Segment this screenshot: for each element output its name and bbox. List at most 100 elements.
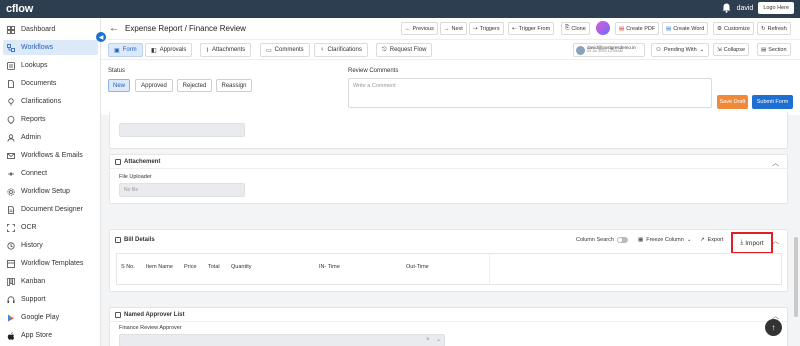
- sidebar-item-history[interactable]: History: [3, 238, 98, 253]
- sidebar-item-label: Clarifications: [21, 98, 62, 105]
- sidebar-item-google-play[interactable]: Google Play: [3, 310, 98, 325]
- vertical-scrollbar[interactable]: [794, 115, 798, 346]
- column-search-toggle[interactable]: Column Search: [576, 237, 628, 243]
- trigger-from-button[interactable]: ⇠ Trigger From: [508, 22, 555, 35]
- sidebar-item-app-store[interactable]: App Store: [3, 328, 98, 343]
- sidebar-item-workflows-emails[interactable]: Workflows & Emails: [3, 148, 98, 163]
- app-logo[interactable]: cflow: [6, 3, 33, 15]
- user-date: 09 Jul 2025 12:09AM: [587, 49, 623, 54]
- sidebar-item-kanban[interactable]: Kanban: [3, 274, 98, 289]
- sidebar-item-label: Connect: [21, 170, 48, 177]
- freeze-column-dropdown[interactable]: ▦ Freeze Column ⌄: [638, 237, 691, 243]
- tab-clarifications[interactable]: ♀ Clarifications: [314, 43, 368, 57]
- sidebar-item-ocr[interactable]: OCR: [3, 220, 98, 235]
- sidebar-item-workflow-setup[interactable]: Workflow Setup: [3, 184, 98, 199]
- clarifications-icon: [7, 97, 15, 106]
- sidebar-item-dashboard[interactable]: Dashboard: [3, 22, 98, 37]
- scrollbar-thumb[interactable]: [794, 237, 798, 317]
- column-header[interactable]: Out-Time: [406, 264, 429, 270]
- clear-icon[interactable]: ×: [426, 337, 430, 343]
- review-comments-input[interactable]: Write a Comment: [348, 78, 712, 108]
- form-section-top: [109, 111, 788, 149]
- customize-button[interactable]: ⚙ Customize: [713, 22, 754, 35]
- sidebar-item-label: Kanban: [21, 278, 46, 285]
- section-header[interactable]: Attachement: [110, 155, 787, 169]
- status-new-button[interactable]: New: [108, 79, 130, 92]
- connect-icon: [7, 170, 15, 178]
- chevron-down-icon: ⌄: [699, 47, 705, 53]
- admin-icon: [7, 133, 15, 142]
- refresh-button[interactable]: ↻ Refresh: [757, 22, 791, 35]
- tab-request-flow[interactable]: ⎋ Request Flow: [376, 43, 433, 57]
- column-header[interactable]: Total: [208, 264, 220, 270]
- chevron-down-icon[interactable]: ⌄: [436, 336, 441, 343]
- sidebar: ◀ Dashboard Workflows Lookups Documents …: [0, 18, 106, 346]
- column-header[interactable]: Quantity: [231, 264, 251, 270]
- sidebar-item-label: History: [21, 242, 43, 249]
- column-header[interactable]: Price: [184, 264, 197, 270]
- status-rejected-button[interactable]: Rejected: [177, 79, 212, 92]
- finance-review-approver-select[interactable]: × ⌄: [119, 334, 445, 346]
- review-comments-label: Review Comments: [348, 68, 399, 74]
- tab-form[interactable]: ▣ Form: [108, 43, 143, 57]
- sidebar-collapse-icon[interactable]: ◀: [96, 32, 106, 42]
- collapse-button[interactable]: ⇲ Collapse: [713, 43, 750, 56]
- tab-approvals[interactable]: ◧ Approvals: [145, 43, 193, 57]
- chevron-up-icon[interactable]: ︿: [772, 158, 779, 168]
- import-button[interactable]: ⤓ Import: [731, 232, 773, 254]
- sidebar-item-documents[interactable]: Documents: [3, 76, 98, 91]
- sidebar-item-label: Lookups: [21, 62, 48, 69]
- sidebar-item-label: Dashboard: [21, 26, 56, 33]
- sidebar-item-support[interactable]: Support: [3, 292, 98, 307]
- status-reassign-button[interactable]: Reassign: [216, 79, 252, 92]
- triggers-button[interactable]: ⇢ Triggers: [469, 22, 504, 35]
- refresh-icon: ↻: [761, 25, 766, 32]
- sidebar-item-label: Support: [21, 296, 46, 303]
- sidebar-item-reports[interactable]: Reports: [3, 112, 98, 127]
- create-pdf-button[interactable]: ▤ Create PDF: [615, 22, 660, 35]
- sidebar-item-label: Workflows & Emails: [21, 152, 83, 159]
- tab-comments[interactable]: ▭ Comments: [260, 43, 310, 57]
- dashboard-icon: [7, 25, 15, 34]
- scroll-to-top-button[interactable]: ↑: [765, 319, 782, 336]
- next-button[interactable]: → Next: [440, 22, 467, 35]
- sidebar-item-connect[interactable]: Connect: [3, 166, 98, 181]
- save-draft-button[interactable]: Save Draft: [717, 95, 748, 109]
- column-header[interactable]: Item Name: [146, 264, 173, 270]
- section-header[interactable]: Named Approver List: [110, 308, 787, 322]
- create-word-button[interactable]: ▤ Create Word: [662, 22, 709, 35]
- sidebar-item-lookups[interactable]: Lookups: [3, 58, 98, 73]
- username[interactable]: david: [737, 5, 754, 12]
- back-arrow-icon[interactable]: ←: [109, 23, 119, 34]
- sidebar-item-admin[interactable]: Admin: [3, 130, 98, 145]
- section-icon: [115, 158, 121, 165]
- clone-button[interactable]: ⎘ Clone: [561, 22, 590, 35]
- export-button[interactable]: ↗ Export: [700, 237, 724, 243]
- sidebar-item-clarifications[interactable]: Clarifications: [3, 94, 98, 109]
- logo-here-button[interactable]: Logo Here: [758, 2, 794, 14]
- submit-form-button[interactable]: Submit Form: [752, 95, 793, 109]
- sidebar-item-label: Workflow Setup: [21, 188, 70, 195]
- assigned-user-chip[interactable]: david@postgresdemo.in 09 Jul 2025 12:09A…: [573, 43, 645, 57]
- sidebar-item-workflow-templates[interactable]: Workflow Templates: [3, 256, 98, 271]
- request-flow-icon: ⎋: [382, 46, 387, 53]
- column-header[interactable]: S No.: [121, 264, 135, 270]
- form-field-input[interactable]: [119, 123, 245, 137]
- pending-with-dropdown[interactable]: ⚇ Pending With ⌄: [651, 43, 710, 57]
- status-approved-button[interactable]: Approved: [135, 79, 173, 92]
- lookups-icon: [7, 61, 15, 70]
- previous-button[interactable]: ← Previous: [401, 22, 438, 35]
- attachement-section: Attachement ︿ File Uploader No file: [109, 154, 788, 204]
- tab-attachments[interactable]: ⌇ Attachments: [200, 43, 252, 57]
- file-uploader-field[interactable]: No file: [119, 183, 245, 197]
- column-header[interactable]: IN- Time: [319, 264, 340, 270]
- ai-assistant-icon[interactable]: [596, 21, 610, 35]
- section-button[interactable]: ▤ Section: [757, 43, 791, 56]
- bell-icon[interactable]: [722, 3, 732, 13]
- sidebar-item-document-designer[interactable]: Document Designer: [3, 202, 98, 217]
- toggle-switch[interactable]: [616, 237, 628, 243]
- chevron-up-icon[interactable]: ︿: [772, 236, 779, 246]
- arrow-right-icon: →: [444, 25, 450, 32]
- sidebar-item-workflows[interactable]: Workflows: [3, 40, 98, 55]
- sidebar-item-label: App Store: [21, 332, 53, 339]
